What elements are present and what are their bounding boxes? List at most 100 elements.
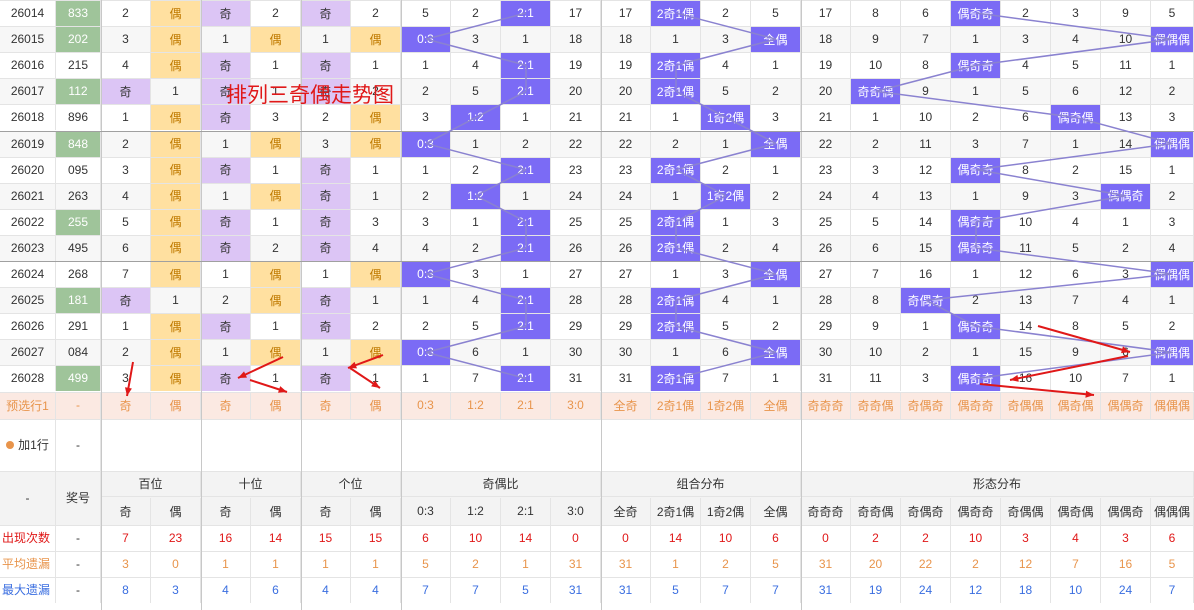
issue-number: 26028 <box>0 365 56 392</box>
even-marker: 偶 <box>351 339 401 366</box>
trend-cell: 2 <box>651 130 701 157</box>
even-marker: 偶 <box>251 130 301 157</box>
preselect-option[interactable]: 3:0 <box>551 391 601 419</box>
trend-cell: 13 <box>1001 287 1051 314</box>
trend-cell: 2 <box>351 0 401 27</box>
preselect-option[interactable]: 奇偶奇 <box>901 391 951 419</box>
grid-line <box>0 418 1194 420</box>
trend-cell: 17 <box>601 0 651 27</box>
hit-marker: 偶奇奇 <box>951 208 1001 235</box>
trend-cell: 2 <box>201 287 251 314</box>
preselect-option[interactable]: 1:2 <box>451 391 501 419</box>
even-marker: 偶 <box>151 339 201 366</box>
trend-cell: 1 <box>151 287 201 314</box>
trend-cell: 6 <box>851 234 901 261</box>
trend-cell: 7 <box>101 261 151 288</box>
trend-cell: 18 <box>551 26 601 53</box>
issue-number: 26020 <box>0 156 56 183</box>
header-sub: 3:0 <box>551 497 601 525</box>
preselect-option[interactable]: 偶偶偶 <box>1151 391 1194 419</box>
preselect-option[interactable]: 奇奇偶 <box>851 391 901 419</box>
preselect-option[interactable]: 全奇 <box>601 391 651 419</box>
group-row-divider <box>0 261 1194 262</box>
hit-marker: 2奇1偶 <box>651 208 701 235</box>
stat-value: 6 <box>1151 524 1194 551</box>
preselect-option[interactable]: 1奇2偶 <box>701 391 751 419</box>
preselect-option[interactable]: 偶 <box>151 391 201 419</box>
trend-cell: 14 <box>1101 130 1151 157</box>
stat-value: 10 <box>951 524 1001 551</box>
stat-value: 7 <box>451 576 501 603</box>
hit-marker: 2奇1偶 <box>651 287 701 314</box>
stat-value: 4 <box>301 576 351 603</box>
award-number: 112 <box>56 78 101 105</box>
grid-line <box>0 391 1194 393</box>
stat-value: 1 <box>651 550 701 577</box>
trend-cell: 1 <box>501 261 551 288</box>
grid-line <box>0 576 1194 578</box>
preselect-option[interactable]: 偶偶奇 <box>1101 391 1151 419</box>
trend-cell: 11 <box>901 130 951 157</box>
preselect-option[interactable]: 0:3 <box>401 391 451 419</box>
preselect-option[interactable]: 偶 <box>351 391 401 419</box>
hit-marker: 0:3 <box>401 130 451 157</box>
stat-value: 19 <box>851 576 901 603</box>
trend-cell: 10 <box>851 339 901 366</box>
preselect-option[interactable]: 奇 <box>301 391 351 419</box>
stat-label: 最大遗漏 <box>0 576 56 603</box>
trend-cell: 16 <box>1001 365 1051 392</box>
trend-cell: 24 <box>801 182 851 209</box>
trend-cell: 4 <box>851 182 901 209</box>
stat-value: 15 <box>301 524 351 551</box>
trend-cell: 1 <box>651 26 701 53</box>
preselect-option[interactable]: 奇奇奇 <box>801 391 851 419</box>
preselect-option[interactable]: 偶奇奇 <box>951 391 1001 419</box>
stat-value: 20 <box>851 550 901 577</box>
trend-cell: 19 <box>801 52 851 79</box>
even-marker: 偶 <box>151 52 201 79</box>
trend-cell: 9 <box>1101 0 1151 27</box>
header-sub: 偶奇偶 <box>1051 497 1101 525</box>
preselect-option[interactable]: 全偶 <box>751 391 801 419</box>
stat-value: 5 <box>651 576 701 603</box>
preselect-option[interactable]: 偶 <box>251 391 301 419</box>
stat-award: - <box>56 576 101 603</box>
grid-line <box>0 78 1194 80</box>
preselect-option[interactable]: 2奇1偶 <box>651 391 701 419</box>
hit-marker: 全偶 <box>751 261 801 288</box>
trend-cell: 3 <box>101 365 151 392</box>
stat-value: 14 <box>251 524 301 551</box>
hit-marker: 偶偶偶 <box>1151 261 1194 288</box>
trend-cell: 3 <box>451 26 501 53</box>
trend-cell: 10 <box>901 104 951 131</box>
header-sub: 偶 <box>151 497 201 525</box>
issue-number: 26019 <box>0 130 56 157</box>
trend-cell: 4 <box>451 287 501 314</box>
stat-value: 7 <box>101 524 151 551</box>
preselect-option[interactable]: 奇偶偶 <box>1001 391 1051 419</box>
trend-cell: 1 <box>351 182 401 209</box>
preselect-option[interactable]: 偶奇偶 <box>1051 391 1101 419</box>
trend-cell: 5 <box>701 78 751 105</box>
trend-cell: 2 <box>501 130 551 157</box>
issue-number: 26022 <box>0 208 56 235</box>
stat-label: 出现次数 <box>0 524 56 551</box>
trend-cell: 28 <box>551 287 601 314</box>
trend-cell: 2 <box>701 156 751 183</box>
trend-cell: 24 <box>551 182 601 209</box>
preselect-option[interactable]: 奇 <box>201 391 251 419</box>
trend-cell: 26 <box>801 234 851 261</box>
preselect-option[interactable]: 2:1 <box>501 391 551 419</box>
stat-value: 3 <box>1101 524 1151 551</box>
trend-cell: 3 <box>701 26 751 53</box>
header-group: 十位 <box>201 470 301 497</box>
add-row-button[interactable]: 加1行 <box>0 418 56 471</box>
trend-cell: 1 <box>351 156 401 183</box>
trend-cell: 11 <box>851 365 901 392</box>
trend-cell: 2 <box>951 104 1001 131</box>
stat-value: 7 <box>401 576 451 603</box>
hit-marker: 2奇1偶 <box>651 78 701 105</box>
trend-cell: 1 <box>501 339 551 366</box>
preselect-option[interactable]: 奇 <box>101 391 151 419</box>
odd-marker: 奇 <box>101 287 151 314</box>
